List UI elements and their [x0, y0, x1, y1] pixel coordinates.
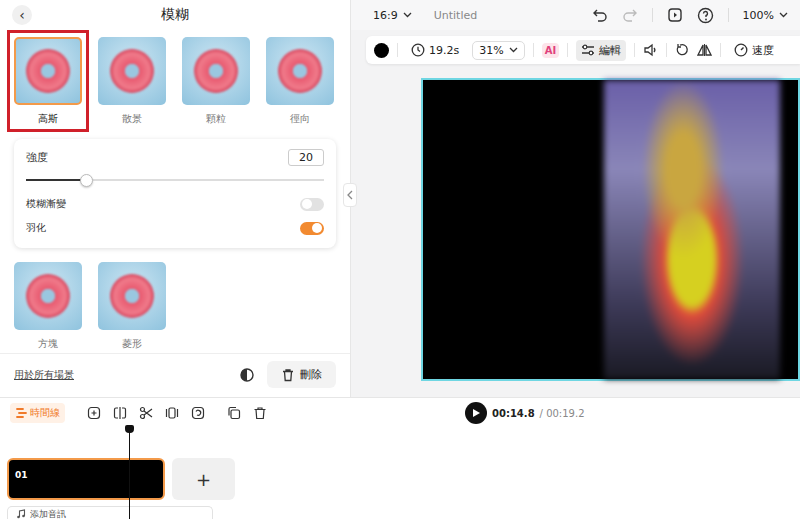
effect-tile[interactable]: 散景 — [98, 37, 166, 125]
trim-icon[interactable] — [165, 406, 179, 420]
chevron-down-icon — [403, 12, 412, 18]
effect-label: 方塊 — [38, 338, 58, 350]
chevron-down-icon — [779, 12, 788, 18]
collapse-handle[interactable] — [343, 183, 357, 207]
strength-row: 強度 20 — [26, 149, 324, 166]
settings-card: 強度 20 模糊漸變羽化 — [14, 139, 336, 248]
toggle-row: 模糊漸變 — [26, 192, 324, 216]
timeline-icon — [15, 407, 27, 419]
timeline-panel: 時間線 00:14.8 / 00:19.2 01 + 添加音訊 — [0, 397, 800, 519]
strength-label: 強度 — [26, 150, 48, 165]
effect-thumbnail — [98, 262, 166, 330]
background-color-swatch[interactable] — [374, 43, 389, 58]
duration-button[interactable]: 19.2s — [406, 40, 464, 60]
project-title[interactable]: Untitled — [434, 9, 478, 22]
panel-header: ‹模糊 — [0, 0, 350, 30]
video-editor: ‹模糊高斯散景顆粒徑向強度20模糊漸變羽化方塊菱形用於所有場景 刪除16:9 U… — [0, 0, 800, 519]
effect-thumbnail — [182, 37, 250, 105]
split-icon[interactable] — [113, 406, 127, 420]
speed-button[interactable]: 速度 — [729, 40, 779, 61]
play-button[interactable] — [465, 402, 487, 424]
total-time: / 00:19.2 — [540, 408, 585, 419]
compare-icon[interactable] — [239, 367, 255, 383]
playhead[interactable] — [129, 425, 130, 519]
panel-footer: 用於所有場景 刪除 — [0, 353, 350, 397]
add-scene-icon[interactable] — [87, 406, 101, 420]
effect-thumbnail — [14, 37, 82, 105]
effect-tile[interactable]: 徑向 — [266, 37, 334, 125]
toggle-label: 模糊漸變 — [26, 197, 66, 211]
redo-icon[interactable] — [622, 8, 638, 22]
editor-area: 16:9 Untitled 100% 19.2s 31% AI 編輯 速度 — [351, 0, 800, 397]
panel-title: 模糊 — [32, 6, 318, 24]
effect-label: 顆粒 — [206, 113, 226, 125]
chevron-left-icon — [346, 190, 354, 200]
effect-label: 高斯 — [38, 113, 58, 125]
effect-tile[interactable]: 高斯 — [14, 37, 82, 125]
effect-row: 方塊 菱形 — [0, 248, 350, 350]
zoom-dropdown[interactable]: 100% — [743, 9, 788, 22]
trash-icon — [281, 368, 295, 382]
preview-icon[interactable] — [667, 7, 683, 23]
strength-input[interactable]: 20 — [288, 149, 324, 166]
music-icon — [16, 509, 26, 519]
toggle-row: 羽化 — [26, 216, 324, 240]
sliders-icon — [581, 44, 595, 56]
add-audio-button[interactable]: 添加音訊 — [7, 506, 213, 519]
clip-toolbar: 19.2s 31% AI 編輯 速度 — [366, 36, 800, 64]
timeline-button[interactable]: 時間線 — [10, 403, 65, 423]
effect-label: 徑向 — [290, 113, 310, 125]
undo-icon[interactable] — [592, 8, 608, 22]
toggle-label: 羽化 — [26, 221, 46, 235]
speedometer-icon — [734, 43, 748, 57]
effect-thumbnail — [14, 262, 82, 330]
play-icon — [471, 408, 481, 418]
replace-icon[interactable] — [191, 406, 205, 420]
effect-tile[interactable]: 菱形 — [98, 262, 166, 350]
duplicate-icon[interactable] — [227, 406, 241, 420]
add-clip-button[interactable]: + — [172, 458, 235, 500]
clip-track: 01 + — [0, 425, 800, 500]
effect-label: 散景 — [122, 113, 142, 125]
top-bar: 16:9 Untitled 100% — [351, 0, 800, 30]
effect-thumbnail — [98, 37, 166, 105]
back-button[interactable]: ‹ — [12, 5, 32, 25]
clock-icon — [411, 43, 425, 57]
effect-tile[interactable]: 顆粒 — [182, 37, 250, 125]
video-frame — [604, 80, 780, 379]
toggle-switch[interactable] — [300, 198, 324, 211]
scale-dropdown[interactable]: 31% — [472, 41, 524, 60]
strength-slider[interactable] — [26, 172, 324, 188]
trash-icon[interactable] — [253, 406, 267, 420]
add-audio-label: 添加音訊 — [30, 509, 66, 519]
help-icon[interactable] — [697, 7, 714, 24]
chevron-down-icon — [509, 47, 518, 53]
preview-canvas[interactable] — [421, 78, 800, 381]
effect-row: 高斯 散景 顆粒 徑向 — [0, 30, 350, 125]
effect-tile[interactable]: 方塊 — [14, 262, 82, 350]
scene-clip[interactable]: 01 — [7, 458, 165, 500]
slider-knob[interactable] — [80, 174, 93, 187]
ratio-dropdown[interactable]: 16:9 — [373, 9, 412, 22]
apply-all-link[interactable]: 用於所有場景 — [14, 368, 74, 382]
edit-button[interactable]: 編輯 — [576, 40, 626, 61]
volume-icon[interactable] — [643, 43, 658, 57]
current-time: 00:14.8 — [492, 408, 535, 419]
clip-number: 01 — [15, 470, 28, 480]
effect-label: 菱形 — [122, 338, 142, 350]
rotate-icon[interactable] — [675, 43, 689, 57]
blur-panel: ‹模糊高斯 散景 顆粒 徑向強度 20 模糊漸變羽化方塊 菱形用於所有場景 刪除 — [0, 0, 351, 397]
workspace: ‹模糊高斯散景顆粒徑向強度20模糊漸變羽化方塊菱形用於所有場景 刪除16:9 U… — [0, 0, 800, 397]
scissors-icon[interactable] — [139, 406, 153, 420]
toggle-switch[interactable] — [300, 222, 324, 235]
timeline-toolbar: 時間線 00:14.8 / 00:19.2 — [0, 398, 800, 425]
ai-button[interactable]: AI — [542, 43, 559, 58]
flip-icon[interactable] — [697, 43, 712, 57]
effect-thumbnail — [266, 37, 334, 105]
delete-button[interactable]: 刪除 — [267, 361, 336, 388]
